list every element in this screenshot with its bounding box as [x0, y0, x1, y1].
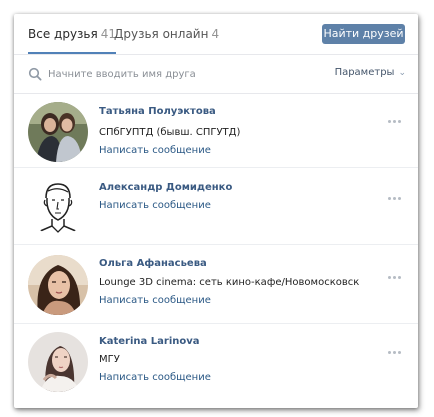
friend-info: Lounge 3D cinema: сеть кино-кафе/Новомос… [99, 277, 360, 288]
params-label: Параметры [334, 67, 395, 78]
avatar[interactable] [28, 332, 88, 392]
tabs-bar: Все друзья 41 Друзья онлайн 4 Найти друзей [14, 14, 418, 55]
tab-all-friends[interactable]: Все друзья 41 [28, 14, 116, 54]
chevron-down-icon: ⌄ [398, 68, 406, 78]
friend-name[interactable]: Katerina Larinova [99, 336, 200, 347]
write-message-link[interactable]: Написать сообщение [99, 372, 211, 383]
friends-list: Татьяна Полуэктова СПбГУПТД (бывш. СПГУТ… [14, 94, 418, 408]
list-item: Александр Домиденко Написать сообщение [14, 168, 418, 245]
more-options-icon[interactable] [388, 339, 404, 354]
write-message-link[interactable]: Написать сообщение [99, 145, 211, 156]
avatar-sketch [28, 176, 88, 236]
search-bar: Параметры⌄ [14, 55, 418, 94]
tab-all-friends-label: Все друзья [28, 27, 98, 41]
avatar-photo [28, 102, 88, 162]
list-item: Katerina Larinova МГУ Написать сообщение [14, 324, 418, 408]
write-message-link[interactable]: Написать сообщение [99, 200, 211, 211]
params-dropdown[interactable]: Параметры ⌄ [335, 67, 406, 78]
more-options-icon[interactable] [388, 185, 404, 200]
find-friends-button[interactable]: Найти друзей [322, 24, 405, 44]
avatar[interactable] [28, 255, 88, 315]
tab-friends-online-count: 4 [211, 27, 220, 41]
avatar[interactable] [28, 176, 88, 236]
more-options-icon[interactable] [388, 108, 404, 123]
tab-friends-online[interactable]: Друзья онлайн 4 [114, 14, 219, 54]
list-item: Ольга Афанасьева Lounge 3D cinema: сеть … [14, 245, 418, 324]
list-item: Татьяна Полуэктова СПбГУПТД (бывш. СПГУТ… [14, 94, 418, 168]
more-options-icon[interactable] [388, 264, 404, 279]
search-icon [28, 67, 42, 81]
friends-panel: Все друзья 41 Друзья онлайн 4 Найти друзей… [14, 14, 418, 408]
avatar-photo [28, 332, 88, 392]
avatar[interactable] [28, 102, 88, 162]
friend-info: МГУ [99, 354, 120, 365]
friend-name[interactable]: Татьяна Полуэктова [99, 106, 216, 117]
write-message-link[interactable]: Написать сообщение [99, 295, 211, 306]
friend-info: СПбГУПТД (бывш. СПГУТД) [99, 127, 241, 138]
avatar-photo [28, 255, 88, 315]
search-input[interactable] [48, 64, 308, 84]
friend-name[interactable]: Ольга Афанасьева [99, 258, 207, 269]
friend-name[interactable]: Александр Домиденко [99, 182, 232, 193]
tab-friends-online-label: Друзья онлайн [114, 27, 209, 41]
